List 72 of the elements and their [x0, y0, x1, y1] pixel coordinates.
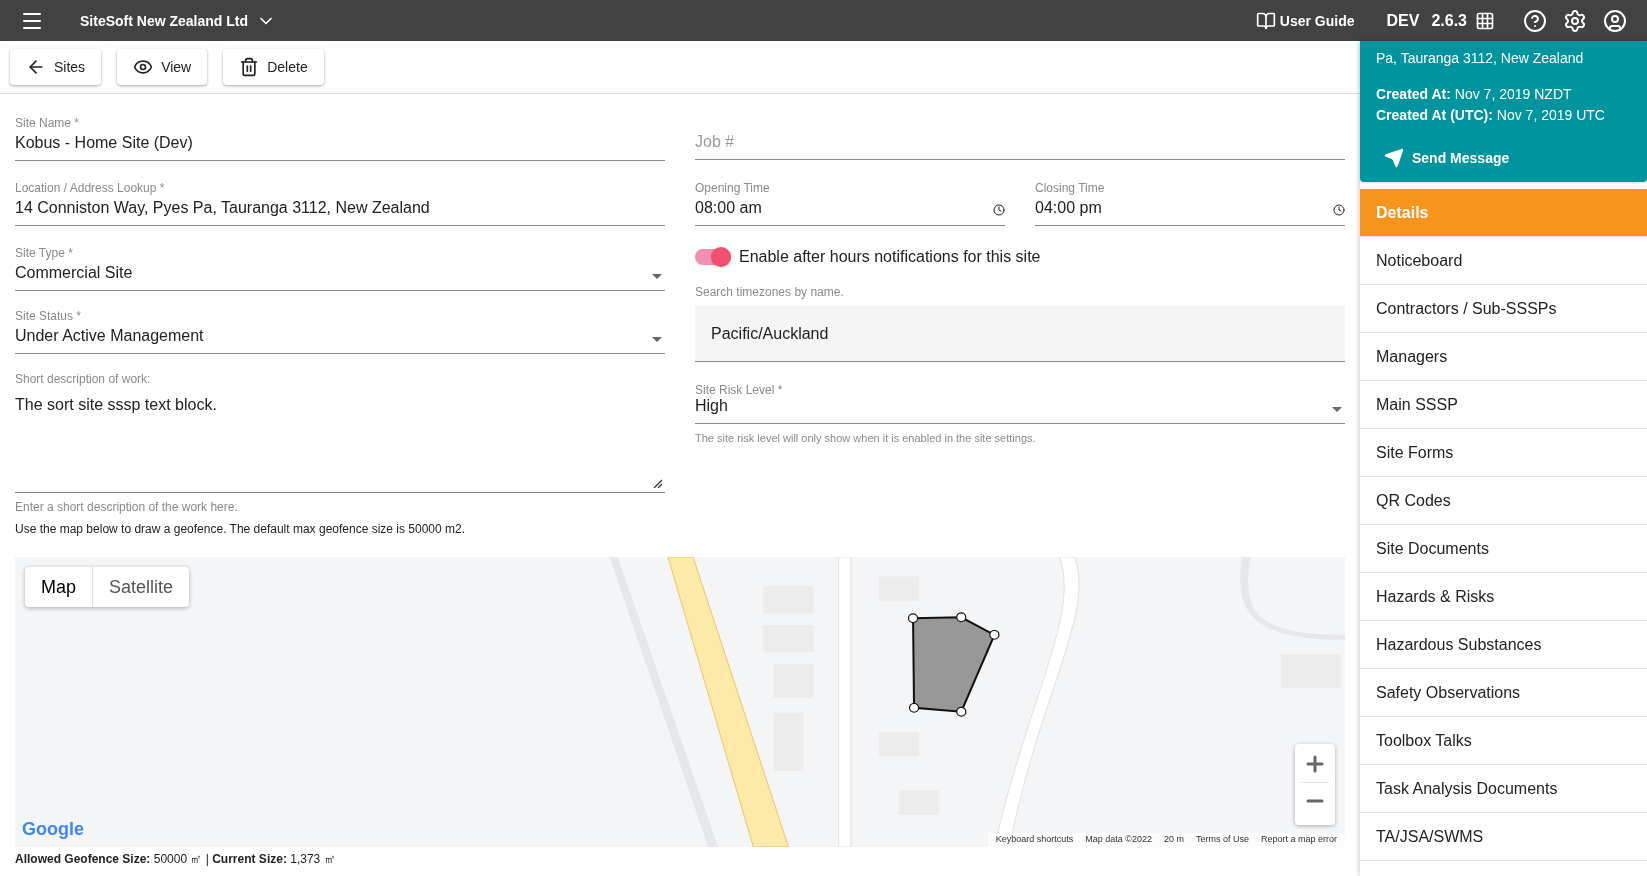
- helper-text: Enter a short description of the work here.: [15, 499, 239, 515]
- environment-label: DEV: [1386, 10, 1420, 31]
- map-attribution-text[interactable]: Terms of Use: [1195, 833, 1249, 847]
- dropdown-caret-icon: [652, 274, 662, 279]
- field-label: Location / Address Lookup *: [15, 180, 166, 196]
- resize-handle-icon: [653, 479, 662, 488]
- toolbar-button[interactable]: View: [117, 49, 208, 85]
- field-label: Search timezones by name.: [695, 284, 845, 300]
- sidebar-nav-item[interactable]: Task Analysis Documents: [1360, 765, 1647, 813]
- site-address-text: Pa, Tauranga 3112, New Zealand: [1376, 49, 1585, 68]
- toggle-label: Enable after hours notifications for this site: [739, 247, 1041, 267]
- sidebar-nav-item[interactable]: TA/JSA/SWMS: [1360, 813, 1647, 861]
- sidebar-nav-item[interactable]: Noticeboard: [1360, 237, 1647, 285]
- trash-icon: [239, 57, 260, 77]
- user-guide-link[interactable]: User Guide: [1279, 10, 1355, 31]
- helper-text: The site risk level will only show when it is enabled in the site settings.: [695, 431, 1037, 446]
- clock-icon[interactable]: [1333, 204, 1345, 216]
- sidebar-nav-item[interactable]: Safety Observations: [1360, 669, 1647, 717]
- map-attribution-text: 20 m: [1163, 833, 1184, 847]
- select-field[interactable]: High: [695, 398, 1345, 424]
- settings-icon[interactable]: [1563, 8, 1587, 33]
- text-field[interactable]: 14 Conniston Way, Pyes Pa, Tauranga 3112, New Zealand: [15, 196, 665, 226]
- created-at-text: Created At (UTC): Nov 7, 2019 UTC: [1376, 106, 1606, 125]
- send-message-button[interactable]: Send Message: [1384, 148, 1510, 168]
- book-icon[interactable]: [1255, 10, 1276, 31]
- sidebar-nav-item[interactable]: QR Codes: [1360, 477, 1647, 525]
- select-field[interactable]: Under Active Management: [15, 324, 665, 354]
- select-field[interactable]: Commercial Site: [15, 261, 665, 291]
- map-attribution-text: Map data ©2022: [1085, 833, 1152, 847]
- sidebar-nav-item[interactable]: Hazardous Substances: [1360, 621, 1647, 669]
- sidebar-nav-item[interactable]: Hazards & Risks: [1360, 573, 1647, 621]
- map-logo: Google: [22, 818, 84, 841]
- geofence-polygon-drawing[interactable]: [907, 612, 1000, 717]
- map-type-button[interactable]: Map: [25, 567, 92, 607]
- send-icon: [1384, 148, 1404, 168]
- created-at-text: Created At: Nov 7, 2019 NZDT: [1376, 85, 1573, 104]
- account-icon[interactable]: [1603, 8, 1627, 33]
- company-name[interactable]: SiteSoft New Zealand Ltd: [80, 10, 248, 31]
- field-label: Site Status *: [15, 308, 83, 324]
- field-label: Site Risk Level *: [695, 382, 784, 398]
- map[interactable]: Map Satellite Google Keyboard shortcuts Map data ©2022 20 m Terms of Use Report a map error: [15, 557, 1345, 847]
- map-attribution-text[interactable]: Keyboard shortcuts: [995, 833, 1074, 847]
- sidebar-nav-item[interactable]: Contractors / Sub-SSSPs: [1360, 285, 1647, 333]
- map-type-button[interactable]: Satellite: [92, 567, 190, 607]
- geofence-instructions: Use the map below to draw a geofence. The default max geofence size is 50000 m2.: [15, 521, 467, 537]
- text-field[interactable]: Kobus - Home Site (Dev): [15, 131, 665, 161]
- time-field[interactable]: 04:00 pm: [1035, 196, 1345, 226]
- eye-icon: [133, 57, 154, 77]
- sidebar-nav-item[interactable]: Main SSSP: [1360, 381, 1647, 429]
- timezone-field[interactable]: Pacific/Auckland: [695, 306, 1345, 362]
- field-label: Site Name *: [15, 115, 81, 131]
- field-label: Site Type *: [15, 245, 74, 261]
- field-label: Short description of work:: [15, 371, 152, 387]
- field-label: Opening Time: [695, 180, 771, 196]
- map-attribution-text[interactable]: Report a map error: [1260, 833, 1337, 847]
- sidebar-nav-item[interactable]: Toolbox Talks: [1360, 717, 1647, 765]
- textarea-field[interactable]: The sort site sssp text block.: [15, 387, 665, 493]
- clock-icon[interactable]: [993, 204, 1005, 216]
- toolbar-button[interactable]: Delete: [223, 49, 324, 85]
- apps-grid-icon[interactable]: [1475, 10, 1495, 31]
- toolbar-button[interactable]: Sites: [10, 49, 102, 85]
- version-label: 2.6.3: [1431, 10, 1467, 31]
- toggle-switch[interactable]: [695, 249, 731, 265]
- sidebar-nav-item[interactable]: Site Forms: [1360, 429, 1647, 477]
- help-icon[interactable]: [1523, 8, 1547, 33]
- sidebar-nav-item[interactable]: Site Documents: [1360, 525, 1647, 573]
- sidebar-nav-item[interactable]: Managers: [1360, 333, 1647, 381]
- dropdown-caret-icon: [652, 337, 662, 342]
- dropdown-caret-icon: [1332, 407, 1342, 412]
- time-field[interactable]: 08:00 am: [695, 196, 1005, 226]
- field-label: Closing Time: [1035, 180, 1106, 196]
- geofence-size-text: Allowed Geofence Size: 50000 ㎡ | Current Size: 1,373 ㎡: [14, 851, 337, 867]
